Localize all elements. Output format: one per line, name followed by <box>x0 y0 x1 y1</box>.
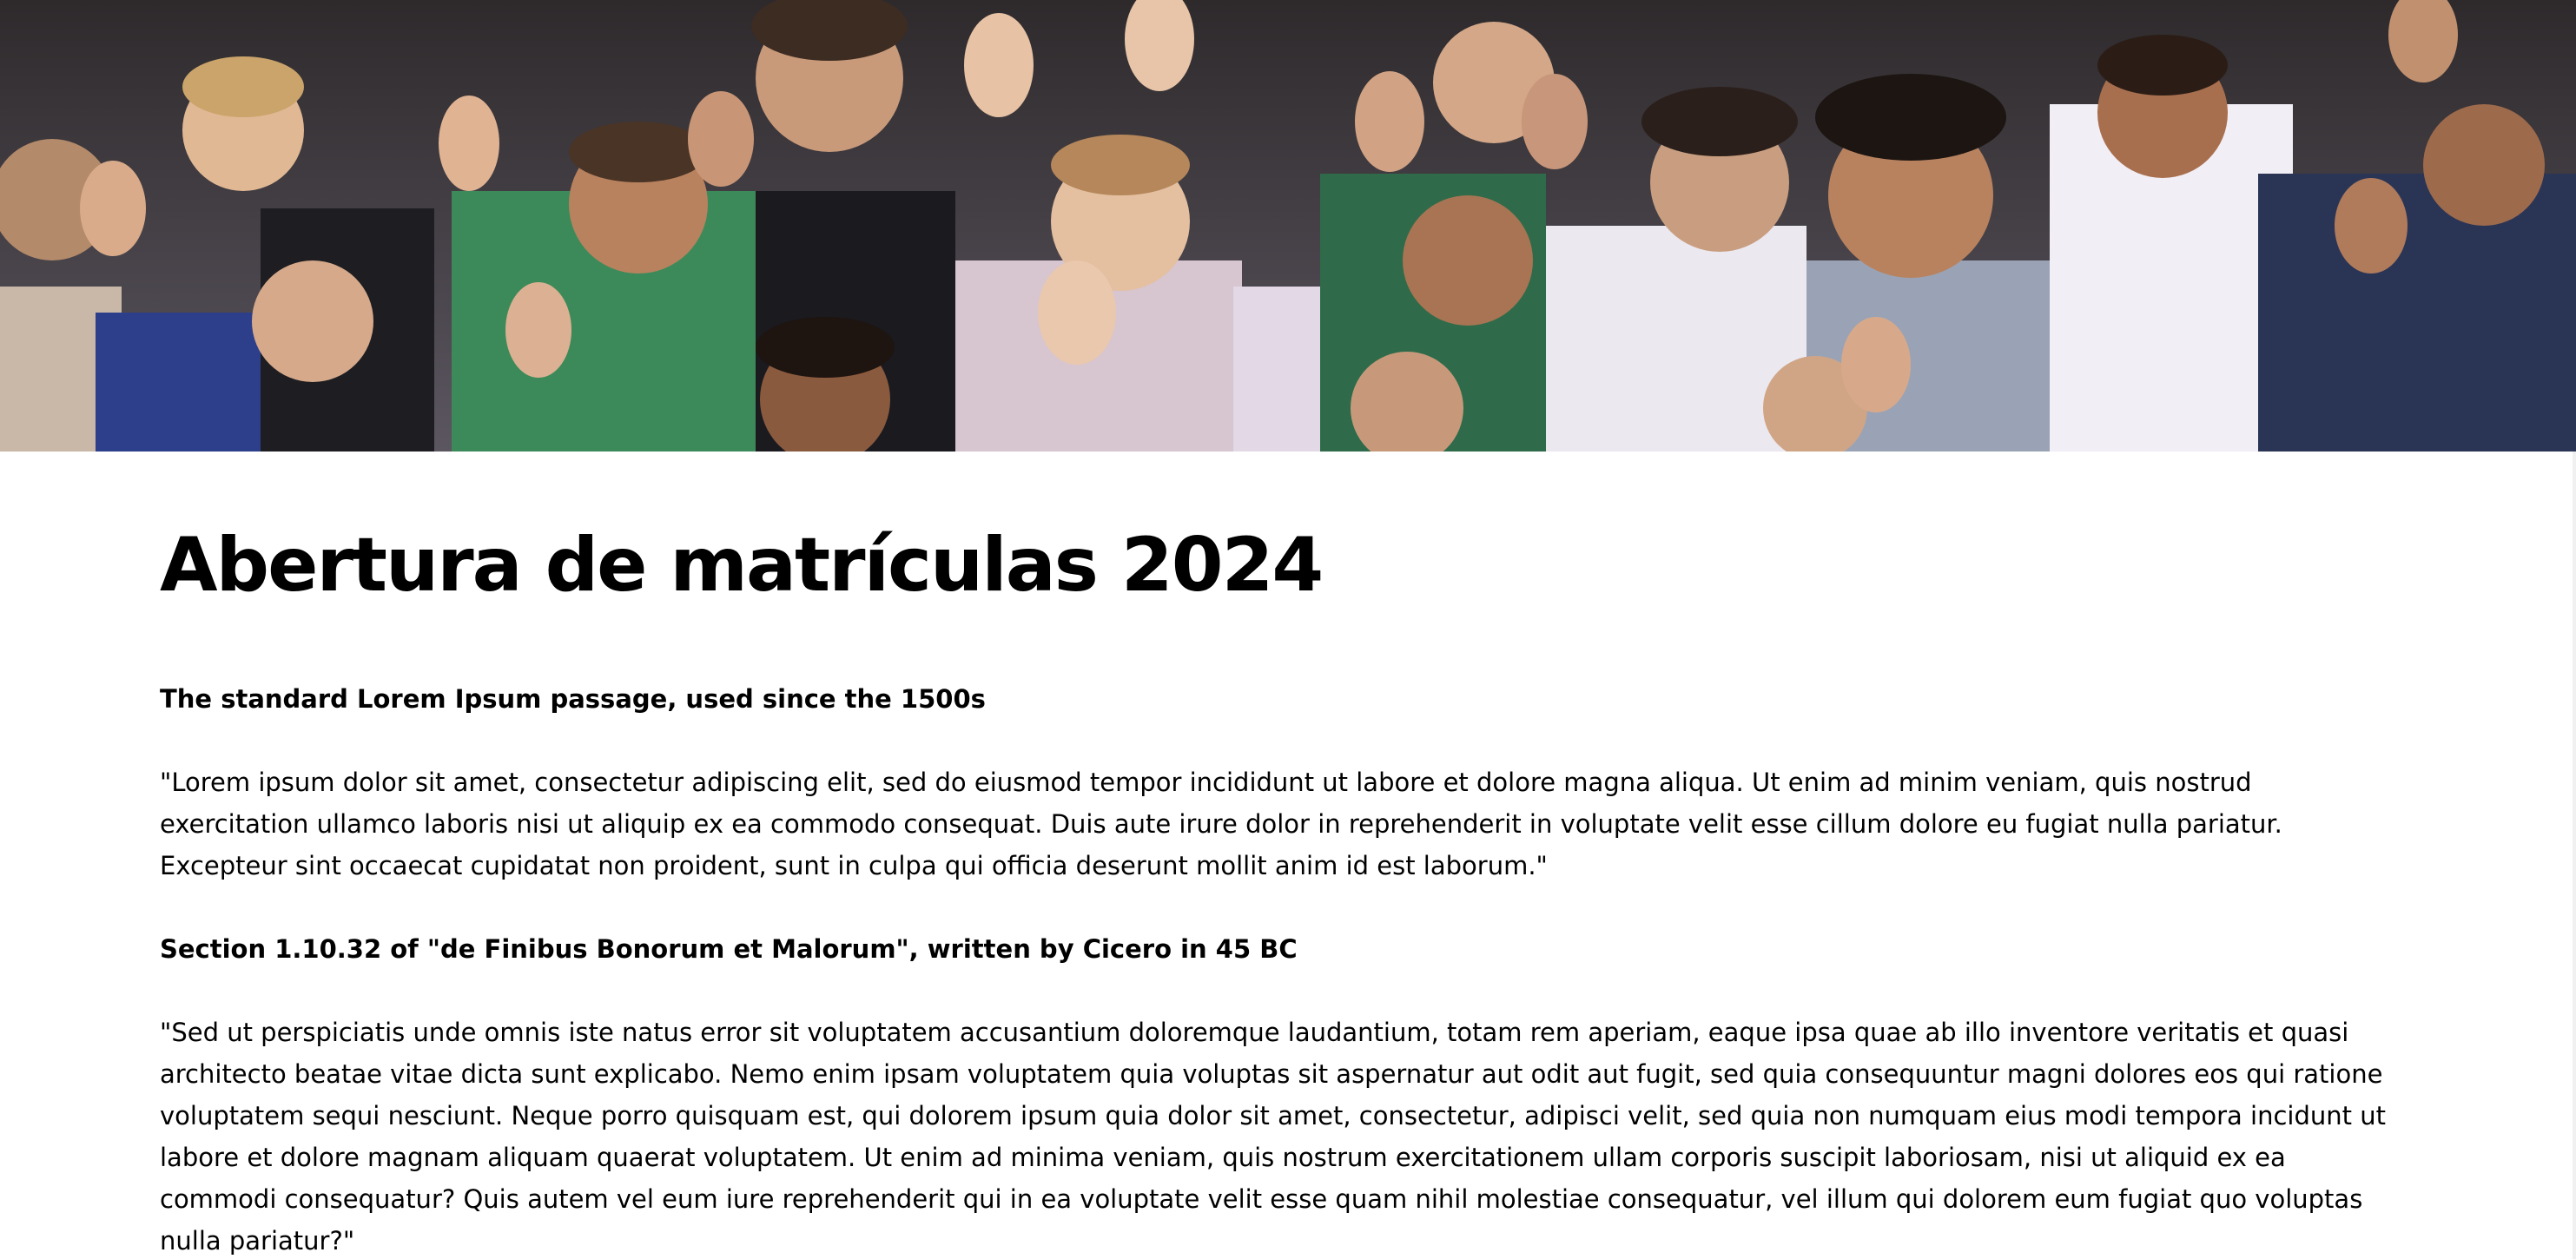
section-heading: Section 1.10.32 of "de Finibus Bonorum e… <box>160 934 1298 965</box>
section-paragraph: "Sed ut perspiciatis unde omnis iste nat… <box>160 1018 2386 1256</box>
hero-photo-illustration <box>0 0 2576 452</box>
section-paragraph: "Lorem ipsum dolor sit amet, consectetur… <box>160 768 2282 881</box>
article-content: Abertura de matrículas 2024 The standard… <box>160 521 2401 1259</box>
hero-banner-image <box>0 0 2576 452</box>
section-heading: The standard Lorem Ipsum passage, used s… <box>160 684 986 715</box>
scrollbar[interactable] <box>2573 452 2576 1259</box>
page: Abertura de matrículas 2024 The standard… <box>0 0 2576 1259</box>
page-title: Abertura de matrículas 2024 <box>160 522 1324 609</box>
